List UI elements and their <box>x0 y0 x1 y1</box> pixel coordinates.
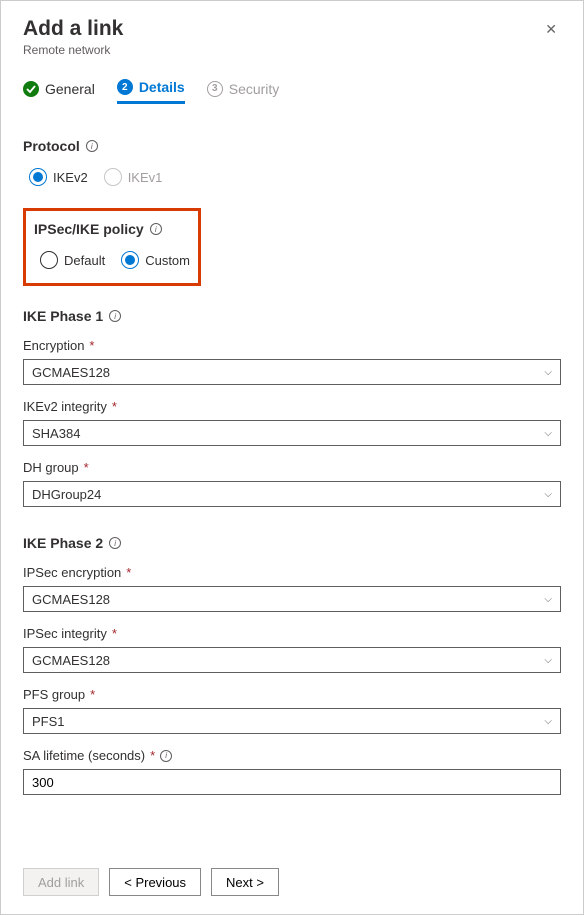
add-link-button: Add link <box>23 868 99 896</box>
chevron-down-icon: ⌵ <box>544 655 552 666</box>
wizard-tabs: General 2 Details 3 Security <box>23 79 561 104</box>
encryption-value: GCMAES128 <box>32 365 110 380</box>
encryption-label: Encryption* <box>23 338 561 353</box>
phase1-label: IKE Phase 1 <box>23 308 103 324</box>
chevron-down-icon: ⌵ <box>544 594 552 605</box>
tab-security[interactable]: 3 Security <box>207 79 280 104</box>
panel-title: Add a link <box>23 17 123 41</box>
radio-ikev2-label: IKEv2 <box>53 170 88 185</box>
policy-highlight: IPSec/IKE policy i Default Custom <box>23 208 201 286</box>
previous-button[interactable]: < Previous <box>109 868 201 896</box>
tab-details[interactable]: 2 Details <box>117 79 185 104</box>
pfs-group-value: PFS1 <box>32 714 65 729</box>
sa-lifetime-input[interactable] <box>23 769 561 795</box>
radio-policy-default[interactable]: Default <box>40 251 105 269</box>
phase2-heading: IKE Phase 2 i <box>23 535 561 551</box>
pfs-group-label: PFS group* <box>23 687 561 702</box>
chevron-down-icon: ⌵ <box>544 428 552 439</box>
ikev2-integrity-value: SHA384 <box>32 426 80 441</box>
chevron-down-icon: ⌵ <box>544 489 552 500</box>
radio-default-label: Default <box>64 253 105 268</box>
tab-details-label: Details <box>139 79 185 95</box>
ikev2-integrity-label: IKEv2 integrity* <box>23 399 561 414</box>
chevron-down-icon: ⌵ <box>544 716 552 727</box>
ipsec-integrity-value: GCMAES128 <box>32 653 110 668</box>
dhgroup-select[interactable]: DHGroup24 ⌵ <box>23 481 561 507</box>
protocol-heading: Protocol i <box>23 138 561 154</box>
ipsec-encryption-select[interactable]: GCMAES128 ⌵ <box>23 586 561 612</box>
radio-ikev2[interactable]: IKEv2 <box>29 168 88 186</box>
sa-lifetime-label: SA lifetime (seconds)* i <box>23 748 561 763</box>
tab-general-label: General <box>45 81 95 97</box>
phase2-label: IKE Phase 2 <box>23 535 103 551</box>
tab-security-label: Security <box>229 81 280 97</box>
ipsec-encryption-value: GCMAES128 <box>32 592 110 607</box>
radio-ikev1-label: IKEv1 <box>128 170 163 185</box>
radio-ikev1: IKEv1 <box>104 168 163 186</box>
info-icon[interactable]: i <box>86 140 98 152</box>
tab-general[interactable]: General <box>23 79 95 104</box>
dhgroup-label: DH group* <box>23 460 561 475</box>
dhgroup-value: DHGroup24 <box>32 487 101 502</box>
ipsec-integrity-select[interactable]: GCMAES128 ⌵ <box>23 647 561 673</box>
policy-heading: IPSec/IKE policy i <box>34 221 190 237</box>
ipsec-encryption-label: IPSec encryption* <box>23 565 561 580</box>
close-icon[interactable]: ✕ <box>541 17 561 42</box>
panel-subtitle: Remote network <box>23 43 123 57</box>
info-icon[interactable]: i <box>160 750 172 762</box>
info-icon[interactable]: i <box>150 223 162 235</box>
step-number-icon: 2 <box>117 79 133 95</box>
wizard-footer: Add link < Previous Next > <box>1 858 583 914</box>
chevron-down-icon: ⌵ <box>544 367 552 378</box>
check-icon <box>23 81 39 97</box>
ipsec-integrity-label: IPSec integrity* <box>23 626 561 641</box>
ikev2-integrity-select[interactable]: SHA384 ⌵ <box>23 420 561 446</box>
step-number-icon: 3 <box>207 81 223 97</box>
phase1-heading: IKE Phase 1 i <box>23 308 561 324</box>
info-icon[interactable]: i <box>109 310 121 322</box>
radio-custom-label: Custom <box>145 253 190 268</box>
next-button[interactable]: Next > <box>211 868 279 896</box>
protocol-label: Protocol <box>23 138 80 154</box>
info-icon[interactable]: i <box>109 537 121 549</box>
encryption-select[interactable]: GCMAES128 ⌵ <box>23 359 561 385</box>
policy-label: IPSec/IKE policy <box>34 221 144 237</box>
pfs-group-select[interactable]: PFS1 ⌵ <box>23 708 561 734</box>
radio-policy-custom[interactable]: Custom <box>121 251 190 269</box>
